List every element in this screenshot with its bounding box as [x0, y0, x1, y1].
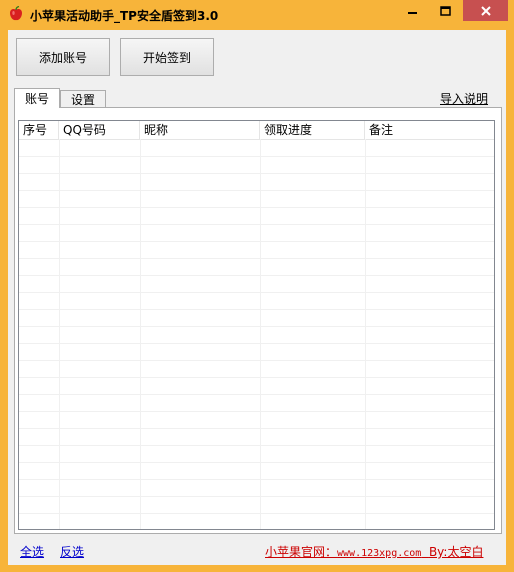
app-window: 小苹果活动助手_TP安全盾签到3.0 添加账号 开始签到 账号 设置 导入说明 …	[0, 0, 514, 572]
column-header-note[interactable]: 备注	[365, 121, 494, 139]
start-signin-button[interactable]: 开始签到	[120, 38, 214, 76]
grid-row-line	[19, 428, 494, 429]
minimize-icon	[408, 11, 417, 14]
grid-column-line	[260, 139, 261, 529]
grid-row-line	[19, 394, 494, 395]
account-list[interactable]: 序号 QQ号码 昵称 领取进度 备注	[18, 120, 495, 530]
apple-icon	[10, 6, 22, 21]
grid-row-line	[19, 275, 494, 276]
grid-row-line	[19, 343, 494, 344]
invert-selection-link[interactable]: 反选	[60, 543, 84, 560]
grid-row-line	[19, 479, 494, 480]
grid-row-line	[19, 207, 494, 208]
add-account-button[interactable]: 添加账号	[16, 38, 110, 76]
tab-accounts[interactable]: 账号	[14, 88, 60, 108]
grid-row-line	[19, 258, 494, 259]
maximize-button[interactable]	[427, 0, 463, 21]
grid-row-line	[19, 462, 494, 463]
grid-column-line	[365, 139, 366, 529]
maximize-icon	[439, 5, 451, 16]
grid-row-line	[19, 241, 494, 242]
grid-row-line	[19, 496, 494, 497]
column-header-index[interactable]: 序号	[19, 121, 59, 139]
column-header-progress[interactable]: 领取进度	[260, 121, 365, 139]
grid-row-line	[19, 156, 494, 157]
site-url: www.123xpg.com	[337, 548, 422, 559]
site-author: By:太空白	[428, 545, 484, 559]
grid-row-line	[19, 513, 494, 514]
list-header: 序号 QQ号码 昵称 领取进度 备注	[19, 121, 494, 140]
column-header-nickname[interactable]: 昵称	[140, 121, 260, 139]
grid-row-line	[19, 173, 494, 174]
grid-column-line	[59, 139, 60, 529]
grid-row-line	[19, 377, 494, 378]
title-bar[interactable]: 小苹果活动助手_TP安全盾签到3.0	[0, 0, 514, 30]
official-site-link[interactable]: 小苹果官网：www.123xpg.com By:太空白	[265, 543, 483, 560]
grid-row-line	[19, 326, 494, 327]
grid-row-line	[19, 224, 494, 225]
grid-row-line	[19, 360, 494, 361]
grid-row-line	[19, 190, 494, 191]
tab-settings[interactable]: 设置	[60, 90, 106, 107]
site-prefix: 小苹果官网：	[265, 545, 338, 559]
select-all-link[interactable]: 全选	[20, 543, 44, 560]
grid-row-line	[19, 411, 494, 412]
grid-row-line	[19, 292, 494, 293]
tab-panel: 序号 QQ号码 昵称 领取进度 备注	[14, 107, 502, 534]
import-help-link[interactable]: 导入说明	[440, 90, 488, 107]
minimize-button[interactable]	[399, 0, 427, 21]
grid-row-line	[19, 309, 494, 310]
column-header-qq[interactable]: QQ号码	[59, 121, 140, 139]
grid-column-line	[140, 139, 141, 529]
close-icon	[480, 5, 491, 16]
client-area: 添加账号 开始签到 账号 设置 导入说明 序号 QQ号码 昵称 领取进度 备注 …	[8, 30, 506, 565]
grid-row-line	[19, 445, 494, 446]
window-title: 小苹果活动助手_TP安全盾签到3.0	[30, 9, 219, 23]
close-button[interactable]	[463, 0, 508, 21]
